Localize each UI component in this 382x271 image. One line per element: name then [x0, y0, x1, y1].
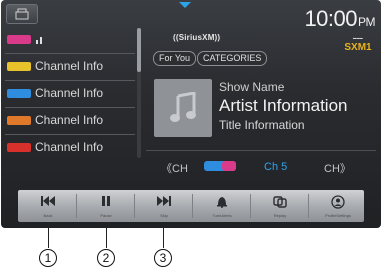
replay-icon: [273, 196, 287, 208]
preset-badge[interactable]: ━━━ SXM1: [343, 36, 373, 58]
channel-list-item[interactable]: Channel Info: [5, 80, 135, 108]
channel-logo-icon: [7, 116, 31, 125]
channel-list-item[interactable]: Channel Info: [5, 134, 135, 161]
scrollbar-thumb[interactable]: [137, 28, 141, 72]
divider: [134, 194, 135, 218]
clock: 10:00PM: [304, 6, 375, 32]
double-chevron-left-icon: 《: [161, 163, 172, 175]
skip-button[interactable]: Skip: [138, 190, 190, 222]
channel-list-item[interactable]: [5, 26, 135, 54]
divider: [76, 194, 77, 218]
replay-label: Replay: [273, 213, 287, 218]
pause-label: Pause: [100, 213, 112, 218]
tune-alerts-label: TuneAlerts: [212, 213, 232, 218]
profile-settings-label: ProfileSettings: [325, 213, 351, 218]
back-button[interactable]: Back: [22, 190, 74, 222]
bell-icon: [217, 197, 227, 208]
channel-logo-icon: [7, 143, 31, 152]
tune-alerts-button[interactable]: TuneAlerts: [196, 190, 248, 222]
callout-leader-line: [163, 222, 164, 248]
divider: [146, 150, 376, 151]
show-name: Show Name: [219, 80, 285, 94]
list-scrollbar[interactable]: [137, 28, 141, 158]
callout-1: 1: [39, 249, 57, 267]
profile-settings-button[interactable]: ProfileSettings: [312, 190, 364, 222]
artist-info: Artist Information: [219, 96, 348, 115]
channel-logo-icon: [7, 35, 31, 44]
callout-leader-line: [106, 222, 107, 248]
channel-info-label: Channel Info: [35, 59, 104, 73]
divider: [250, 194, 251, 218]
pause-icon: [102, 196, 110, 206]
clock-time: 10:00: [304, 6, 357, 31]
channel-up-button[interactable]: CH》: [324, 160, 351, 176]
channel-list-item[interactable]: Channel Info: [5, 53, 135, 81]
skip-forward-icon: [157, 196, 171, 206]
channel-logo-icon: [7, 89, 31, 98]
channel-info-label: Channel Info: [35, 140, 104, 154]
title-info: Title Information: [219, 118, 305, 132]
music-note-icon: [170, 92, 196, 122]
pull-down-arrow-icon[interactable]: [179, 2, 191, 8]
channel-down-button[interactable]: 《CH: [161, 160, 188, 176]
channel-up-label: CH: [324, 163, 340, 175]
pause-button[interactable]: Pause: [80, 190, 132, 222]
channel-info-label: Channel Info: [35, 86, 104, 100]
preset-badge-label: SXM1: [344, 42, 372, 53]
skip-back-icon: [41, 196, 55, 206]
callout-leader-line: [48, 222, 49, 248]
siriusxm-logo: ((SiriusXM)): [173, 33, 221, 42]
channel-down-label: CH: [172, 163, 188, 175]
callout-3: 3: [154, 249, 172, 267]
channel-list: Channel Info Channel Info Channel Info C…: [5, 26, 135, 162]
current-channel: Ch 5: [264, 161, 288, 173]
divider: [192, 194, 193, 218]
current-channel-logo-icon: [204, 161, 236, 171]
home-icon: [15, 8, 29, 20]
channel-logo-icon: [7, 62, 31, 71]
profile-icon: [331, 195, 345, 209]
control-bar: Back Pause Skip TuneAlerts Replay Profil…: [18, 190, 364, 222]
replay-button[interactable]: Replay: [254, 190, 306, 222]
album-art: [154, 79, 212, 137]
skip-label: Skip: [160, 213, 168, 218]
signal-bars-icon: [36, 37, 42, 44]
callout-2: 2: [97, 249, 115, 267]
categories-button[interactable]: CATEGORIES: [197, 51, 268, 66]
channel-info-label: Channel Info: [35, 113, 104, 127]
clock-ampm: PM: [358, 15, 376, 29]
channel-list-item[interactable]: Channel Info: [5, 107, 135, 135]
divider: [308, 194, 309, 218]
back-label: Back: [43, 213, 53, 218]
double-chevron-right-icon: 》: [339, 163, 351, 175]
home-button[interactable]: [6, 4, 38, 24]
for-you-button[interactable]: For You: [153, 51, 197, 66]
